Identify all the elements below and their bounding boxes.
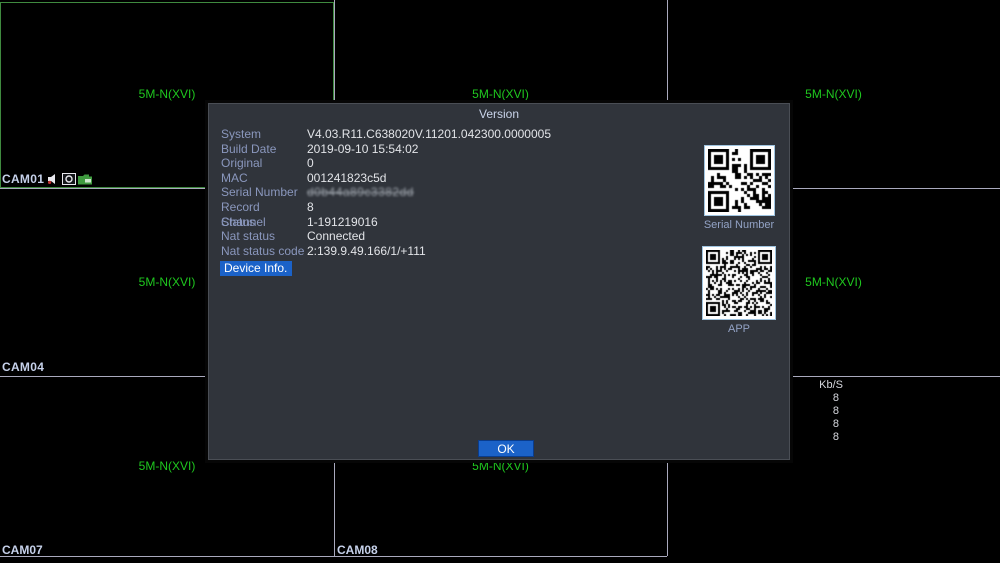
camera-name-cam04: CAM04 [2,360,44,374]
info-row-nat-status-code: Nat status code 2:139.9.49.166/1/+111 [221,244,551,259]
camera-name-cam08: CAM08 [337,543,378,557]
serial-number-qr-block: Serial Number [697,145,781,231]
camera-name-cam07: CAM07 [2,543,43,557]
stream-type-label: 5M-N(XVI) [139,275,196,289]
ok-button[interactable]: OK [478,440,534,457]
speaker-icon[interactable] [47,173,60,185]
stream-type-label: 5M-N(XVI) [139,87,196,101]
version-dialog: Version System V4.03.R11.C638020V.11201.… [205,100,793,463]
app-qr-block: APP [697,246,781,335]
info-row-nat-status: Nat status Connected [221,229,551,244]
stream-type-label: 5M-N(XVI) [805,275,862,289]
device-info-button[interactable]: Device Info. [220,261,292,276]
serial-number-qr-code [704,145,775,216]
info-row-serial-number: Serial Number d0b44a89c3382dd [221,185,551,200]
dialog-title: Version [208,107,790,121]
app-qr-caption: APP [697,323,781,335]
grid-line-horizontal-3 [0,556,667,557]
serial-number-qr-caption: Serial Number [697,219,781,231]
info-row-status: Status 1-191219016 [221,215,551,230]
dvr-screen: 5M-N(XVI) CAM01 5M-N(XVI) 5M-N(XVI) 5M-N… [0,0,1000,563]
stream-type-label: 5M-N(XVI) [139,459,196,473]
stream-type-label: 5M-N(XVI) [472,87,529,101]
stream-type-label: 5M-N(XVI) [805,87,862,101]
info-row-original: Original 0 [221,156,551,171]
version-info-list: System V4.03.R11.C638020V.11201.042300.0… [221,127,551,258]
info-row-system: System V4.03.R11.C638020V.11201.042300.0… [221,127,551,142]
info-row-build-date: Build Date 2019-09-10 15:54:02 [221,142,551,157]
app-qr-code [702,246,776,320]
record-folder-icon[interactable] [78,174,93,185]
info-row-mac: MAC 001241823c5d [221,171,551,186]
info-row-record-channel: Record Channel 8 [221,200,551,215]
camera-name-cam01: CAM01 [2,172,44,186]
settings-box-icon[interactable] [62,173,76,185]
